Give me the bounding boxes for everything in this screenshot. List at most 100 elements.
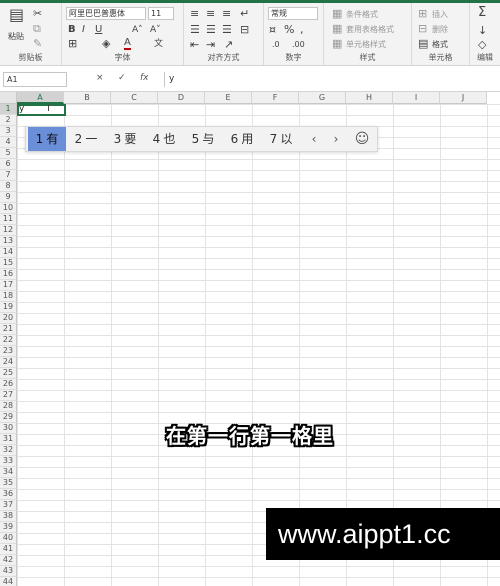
ime-candidate[interactable]: 2一 [67,127,105,151]
row-header[interactable]: 22 [0,335,17,346]
decrease-indent-icon[interactable]: ⇤ [190,39,199,51]
emoji-icon[interactable]: ☺ [350,127,374,151]
currency-icon[interactable]: ¤ [269,24,276,36]
row-header[interactable]: 19 [0,302,17,313]
row-header[interactable]: 8 [0,181,17,192]
row-header[interactable]: 1 [0,104,17,115]
conditional-format-button[interactable]: 条件格式 [346,9,378,20]
row-header[interactable]: 34 [0,467,17,478]
merge-center-icon[interactable]: ⊟ [240,24,249,36]
row-header[interactable]: 38 [0,511,17,522]
row-header[interactable]: 13 [0,236,17,247]
row-header[interactable]: 37 [0,500,17,511]
row-header[interactable]: 2 [0,115,17,126]
align-center-icon[interactable]: ☰ [206,24,216,36]
row-header[interactable]: 7 [0,170,17,181]
row-header[interactable]: 12 [0,225,17,236]
underline-icon[interactable]: U [95,24,102,36]
ime-candidate[interactable]: 4也 [145,127,183,151]
row-header[interactable]: 17 [0,280,17,291]
row-header[interactable]: 14 [0,247,17,258]
row-header[interactable]: 10 [0,203,17,214]
row-header[interactable]: 20 [0,313,17,324]
format-icon[interactable]: ▤ [418,38,428,50]
column-header[interactable]: A [17,92,64,104]
fill-icon[interactable]: ↓ [478,25,487,37]
cancel-icon[interactable]: × [96,73,104,83]
row-header[interactable]: 16 [0,269,17,280]
percent-icon[interactable]: % [284,24,294,36]
increase-decimal-icon[interactable]: .0 [272,39,280,51]
next-page-icon[interactable]: › [326,127,346,151]
insert-button[interactable]: 插入 [432,9,448,20]
decrease-decimal-icon[interactable]: .00 [292,39,305,51]
ime-candidate[interactable]: 7以 [262,127,300,151]
cut-icon[interactable]: ✂ [33,8,42,20]
border-icon[interactable]: ⊞ [68,38,77,50]
row-header[interactable]: 3 [0,126,17,137]
row-header[interactable]: 33 [0,456,17,467]
row-header[interactable]: 40 [0,533,17,544]
row-header[interactable]: 25 [0,368,17,379]
italic-icon[interactable]: I [82,24,85,36]
row-header[interactable]: 11 [0,214,17,225]
prev-page-icon[interactable]: ‹ [304,127,324,151]
row-header[interactable]: 6 [0,159,17,170]
format-painter-icon[interactable]: ✎ [33,38,42,50]
font-color-icon[interactable]: A [124,38,131,50]
conditional-format-icon[interactable]: ▦ [332,8,342,20]
increase-indent-icon[interactable]: ⇥ [206,39,215,51]
row-header[interactable]: 43 [0,566,17,577]
delete-button[interactable]: 删除 [432,24,448,35]
row-header[interactable]: 5 [0,148,17,159]
column-header[interactable]: D [158,92,205,104]
row-header[interactable]: 44 [0,577,17,586]
row-header[interactable]: 39 [0,522,17,533]
paste-icon[interactable]: ▤ [9,7,24,23]
paste-button[interactable]: 粘贴 [8,31,24,42]
align-left-icon[interactable]: ☰ [190,24,200,36]
table-format-icon[interactable]: ▦ [332,23,342,35]
row-header[interactable]: 24 [0,357,17,368]
number-format-select[interactable]: 常规 [268,7,318,20]
orientation-icon[interactable]: ↗ [224,39,233,51]
row-header[interactable]: 36 [0,489,17,500]
row-header[interactable]: 42 [0,555,17,566]
column-header[interactable]: E [205,92,252,104]
formula-input[interactable]: y [164,72,498,87]
table-format-button[interactable]: 套用表格格式 [346,24,394,35]
active-cell[interactable] [17,104,66,116]
font-size-select[interactable]: 11 [148,7,174,20]
grow-font-icon[interactable]: A˄ [132,24,143,36]
format-button[interactable]: 格式 [432,39,448,50]
column-header[interactable]: I [393,92,440,104]
column-header[interactable]: B [64,92,111,104]
row-header[interactable]: 9 [0,192,17,203]
align-top-icon[interactable]: ≡ [190,8,199,20]
insert-function-icon[interactable]: fx [140,73,149,83]
row-header[interactable]: 23 [0,346,17,357]
confirm-icon[interactable]: ✓ [118,73,126,83]
select-all-corner[interactable] [0,92,17,104]
align-right-icon[interactable]: ☰ [222,24,232,36]
row-header[interactable]: 35 [0,478,17,489]
insert-icon[interactable]: ⊞ [418,8,427,20]
cell-style-icon[interactable]: ▦ [332,38,342,50]
clear-icon[interactable]: ◇ [478,39,486,51]
column-header[interactable]: F [252,92,299,104]
row-header[interactable]: 27 [0,390,17,401]
column-header[interactable]: C [111,92,158,104]
shrink-font-icon[interactable]: A˅ [150,24,161,36]
delete-icon[interactable]: ⊟ [418,23,427,35]
comma-style-icon[interactable]: , [300,24,304,36]
row-header[interactable]: 18 [0,291,17,302]
autosum-icon[interactable]: Σ [478,6,486,19]
column-header[interactable]: H [346,92,393,104]
ime-candidate[interactable]: 1有 [28,127,66,151]
ime-candidate[interactable]: 5与 [184,127,222,151]
copy-icon[interactable]: ⧉ [33,23,41,35]
bold-icon[interactable]: B [68,24,76,36]
row-header[interactable]: 41 [0,544,17,555]
align-bottom-icon[interactable]: ≡ [222,8,231,20]
row-header[interactable]: 15 [0,258,17,269]
